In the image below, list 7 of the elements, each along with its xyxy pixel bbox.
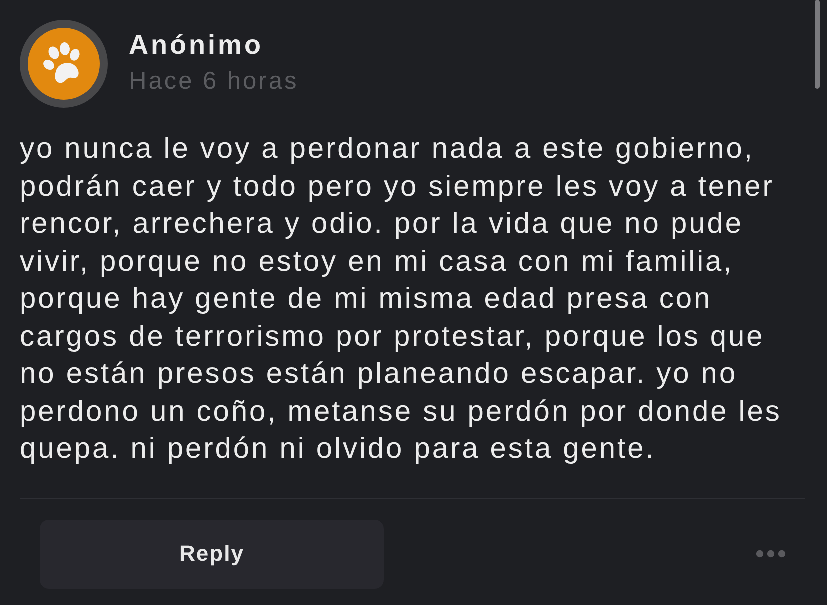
post-time: Hace 6 horas [129, 66, 299, 96]
comment-text: yo nunca le voy a perdonar nada a este gobierno, podrán caer y todo pero yo siempre les voy a tener rencor, arrechera y odio. por la vida que no pude vivir, porque no estoy en mi casa con mi familia, porque hay gente de mi misma edad presa con cargos de terrorismo por protestar, porque los que no están presos están planeando escapar. yo no perdono un coño, metanse su perdón por donde les quepa. ni perdón ni olvido para esta gente. [20, 132, 783, 467]
paw-avatar-icon [20, 20, 108, 108]
more-options-icon[interactable] [756, 550, 786, 558]
reply-button[interactable]: Reply [40, 520, 384, 588]
author-name: Anónimo [129, 28, 264, 60]
scrollbar-thumb[interactable] [815, 0, 820, 89]
